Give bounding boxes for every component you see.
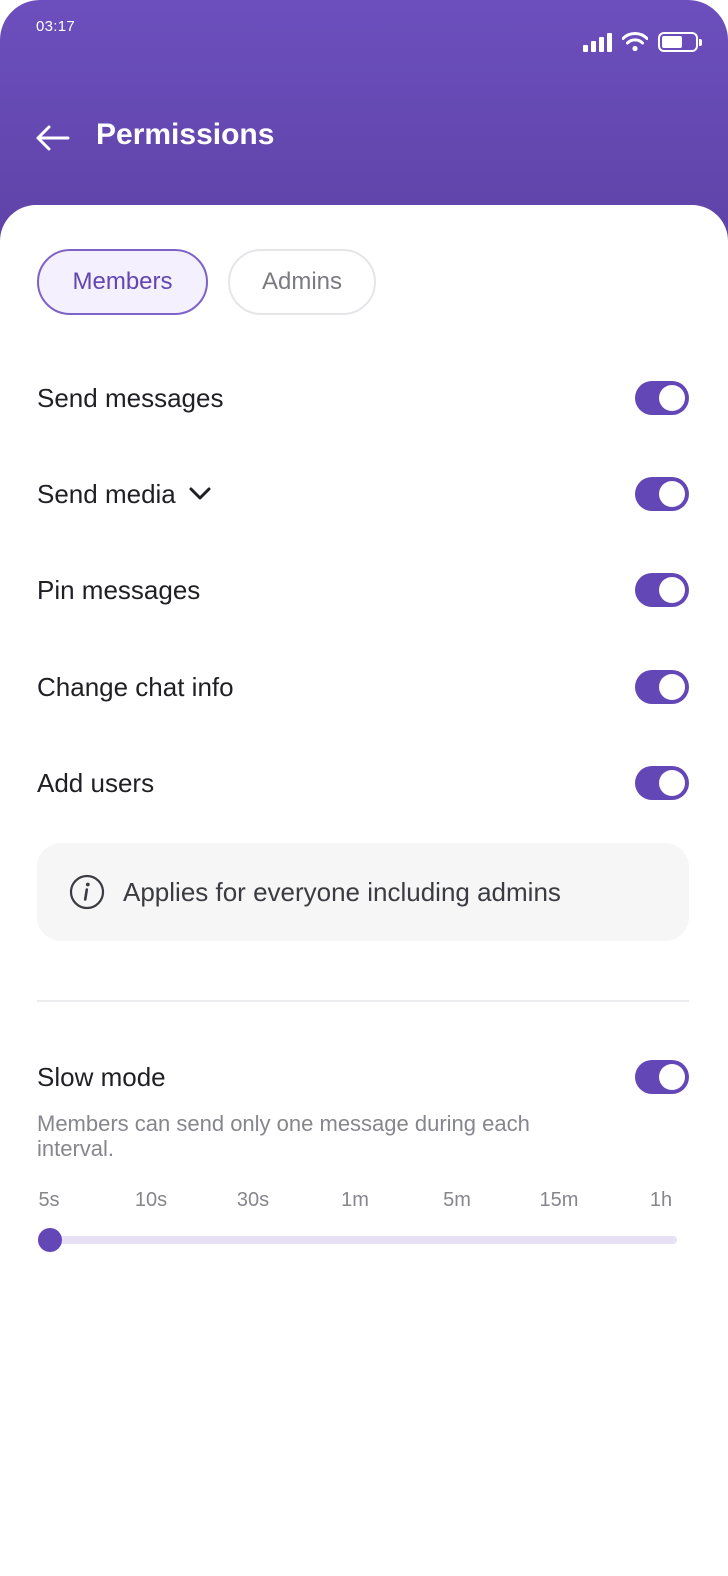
toggle-knob [659,1064,685,1090]
interval-slider-handle[interactable] [38,1228,62,1252]
send-messages-toggle[interactable] [635,381,689,415]
back-button[interactable] [30,116,74,160]
send-media-expander[interactable]: Send media [37,479,212,510]
slow-mode-toggle[interactable] [635,1060,689,1094]
toggle-knob [659,481,685,507]
permission-row-send-messages: Send messages [37,368,689,428]
permission-label: Change chat info [37,672,234,703]
info-text: Applies for everyone including admins [123,876,561,907]
battery-icon [658,32,702,52]
permission-label: Add users [37,768,154,799]
permission-label-text: Pin messages [37,574,201,605]
permissions-content: Members Admins Send messages Send media … [0,205,728,1576]
add-users-toggle[interactable] [635,766,689,800]
slow-mode-row: Slow mode [37,1047,689,1107]
arrow-left-icon [36,125,70,151]
permission-row-send-media: Send media [37,464,689,524]
toggle-knob [659,385,685,411]
permission-row-pin-messages: Pin messages [37,560,689,620]
info-icon [69,874,105,910]
interval-label-5s[interactable]: 5s [38,1189,59,1212]
interval-label-15m[interactable]: 15m [540,1189,579,1212]
tab-admins[interactable]: Admins [228,249,376,315]
interval-labels: 5s 10s 30s 1m 5m 15m 1h [37,1189,677,1215]
status-icons [583,32,702,52]
section-divider [37,1000,689,1002]
send-media-toggle[interactable] [635,477,689,511]
permissions-screen: 03:17 Permissions Members Admins Send me… [0,0,728,1576]
permission-label-text: Change chat info [37,671,234,702]
slow-mode-description: Members can send only one message during… [37,1111,530,1161]
permission-row-add-users: Add users [37,753,689,813]
interval-label-1m[interactable]: 1m [341,1189,369,1212]
permission-row-change-chat-info: Change chat info [37,657,689,717]
permission-label-text: Send media [37,478,176,509]
interval-label-30s[interactable]: 30s [237,1189,269,1212]
permission-label: Send messages [37,383,223,414]
permission-label: Pin messages [37,575,200,606]
pin-messages-toggle[interactable] [635,573,689,607]
toggle-knob [659,577,685,603]
page-title: Permissions [96,118,275,151]
slow-mode-label: Slow mode [37,1061,166,1092]
chevron-down-icon [189,487,211,500]
signal-icon [583,32,612,52]
change-chat-info-toggle[interactable] [635,670,689,704]
interval-label-5m[interactable]: 5m [443,1189,471,1212]
interval-label-1h[interactable]: 1h [650,1189,672,1212]
permission-label-text: Send messages [37,382,224,413]
wifi-icon [622,32,648,52]
tab-members[interactable]: Members [37,249,208,315]
interval-label-10s[interactable]: 10s [135,1189,167,1212]
info-notice: Applies for everyone including admins [37,843,689,941]
toggle-knob [659,674,685,700]
toggle-knob [659,770,685,796]
permission-label-text: Add users [37,767,155,798]
status-time: 03:17 [36,18,76,35]
battery-fill [662,36,682,48]
interval-slider-track[interactable] [50,1236,677,1244]
role-tabs: Members Admins [37,249,376,315]
